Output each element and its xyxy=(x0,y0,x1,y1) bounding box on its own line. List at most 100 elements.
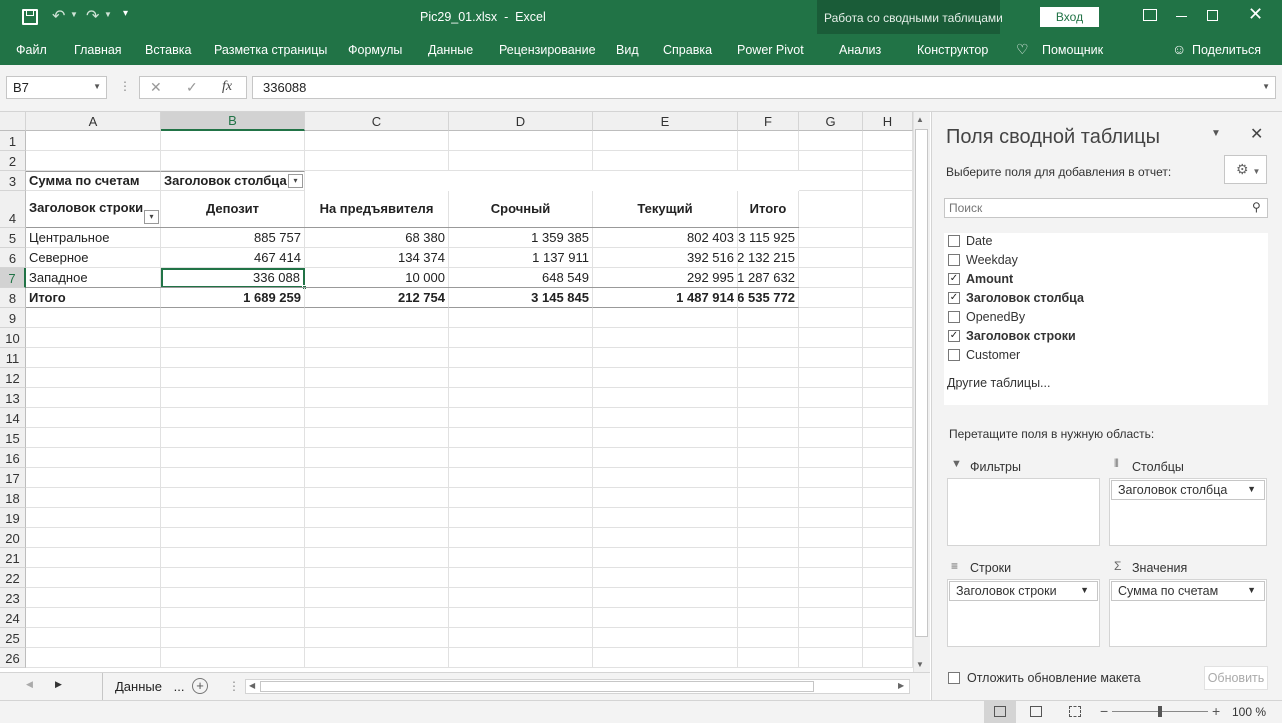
grid-cell[interactable] xyxy=(449,151,593,171)
page-layout-view-icon[interactable] xyxy=(1030,706,1042,717)
cell-e5[interactable]: 802 403 xyxy=(593,228,738,248)
grid-cell[interactable] xyxy=(799,588,863,608)
share-button[interactable]: Поделиться xyxy=(1192,43,1261,57)
grid-cell[interactable] xyxy=(738,468,799,488)
grid-cell[interactable] xyxy=(593,528,738,548)
filters-drop-area[interactable] xyxy=(947,478,1100,546)
cell-d4[interactable]: Срочный xyxy=(449,191,593,228)
grid-cell[interactable] xyxy=(26,488,161,508)
tab-help[interactable]: Справка xyxy=(663,43,712,57)
grid-cell[interactable] xyxy=(305,628,449,648)
row-header-23[interactable]: 23 xyxy=(0,588,26,608)
row-header-16[interactable]: 16 xyxy=(0,448,26,468)
field-checkbox-2[interactable]: ✓ xyxy=(948,273,960,285)
grid-cell[interactable] xyxy=(799,151,863,171)
cell-b7-selected[interactable]: 336 088 xyxy=(161,268,305,288)
grid-cell[interactable] xyxy=(799,428,863,448)
grid-cell[interactable] xyxy=(799,608,863,628)
col-header-g[interactable]: G xyxy=(799,112,863,131)
grid-cell[interactable] xyxy=(161,328,305,348)
values-area-item[interactable]: Сумма по счетам ▼ xyxy=(1111,581,1265,601)
columns-area-item[interactable]: Заголовок столбца ▼ xyxy=(1111,480,1265,500)
cell-f5[interactable]: 3 115 925 xyxy=(738,228,799,248)
cell-e4[interactable]: Текущий xyxy=(593,191,738,228)
cell-d8[interactable]: 3 145 845 xyxy=(449,288,593,308)
update-button[interactable]: Обновить xyxy=(1204,666,1268,690)
grid-cell[interactable] xyxy=(799,548,863,568)
grid-cell[interactable] xyxy=(26,131,161,151)
row-header-20[interactable]: 20 xyxy=(0,528,26,548)
grid-cell[interactable] xyxy=(738,388,799,408)
grid-cell[interactable] xyxy=(449,448,593,468)
cell-c8[interactable]: 212 754 xyxy=(305,288,449,308)
grid-cell[interactable] xyxy=(593,508,738,528)
grid-cell[interactable] xyxy=(593,468,738,488)
row-header-8[interactable]: 8 xyxy=(0,288,26,308)
grid-cell[interactable] xyxy=(799,228,863,248)
grid-cell[interactable] xyxy=(738,308,799,328)
cell-a8[interactable]: Итого xyxy=(26,288,161,308)
vertical-scroll-thumb[interactable] xyxy=(915,129,928,637)
grid-cell[interactable] xyxy=(738,528,799,548)
cell-f7[interactable]: 1 287 632 xyxy=(738,268,799,288)
row-header-10[interactable]: 10 xyxy=(0,328,26,348)
pane-close-icon[interactable]: ✕ xyxy=(1250,124,1263,144)
grid-cell[interactable] xyxy=(593,608,738,628)
zoom-in-icon[interactable]: + xyxy=(1212,703,1220,719)
row-header-3[interactable]: 3 xyxy=(0,171,26,191)
grid-cell[interactable] xyxy=(593,308,738,328)
grid-cell[interactable] xyxy=(799,308,863,328)
tab-formulas[interactable]: Формулы xyxy=(348,43,402,57)
zoom-slider-thumb[interactable] xyxy=(1158,706,1162,717)
col-header-a[interactable]: A xyxy=(26,112,161,131)
more-tables-link[interactable]: Другие таблицы... xyxy=(947,376,1050,390)
grid-cell[interactable] xyxy=(449,328,593,348)
cell-c7[interactable]: 10 000 xyxy=(305,268,449,288)
share-person-icon[interactable]: ☺ xyxy=(1172,41,1186,57)
grid-cell[interactable] xyxy=(863,568,913,588)
grid-cell[interactable] xyxy=(738,408,799,428)
horizontal-scroll-thumb[interactable] xyxy=(260,681,814,692)
grid-cell[interactable] xyxy=(738,448,799,468)
grid-cell[interactable] xyxy=(799,488,863,508)
grid-cell[interactable] xyxy=(799,408,863,428)
select-all-corner[interactable] xyxy=(0,112,26,131)
lightbulb-icon[interactable]: ♡ xyxy=(1016,41,1029,58)
row-header-6[interactable]: 6 xyxy=(0,248,26,268)
normal-view-icon[interactable] xyxy=(984,701,1016,723)
grid-cell[interactable] xyxy=(26,388,161,408)
grid-cell[interactable] xyxy=(161,488,305,508)
grid-cell[interactable] xyxy=(305,528,449,548)
grid-cell[interactable] xyxy=(863,151,913,171)
grid-cell[interactable] xyxy=(305,348,449,368)
field-checkbox-0[interactable] xyxy=(948,235,960,247)
field-checkbox-5[interactable]: ✓ xyxy=(948,330,960,342)
grid-cell[interactable] xyxy=(738,588,799,608)
column-filter-icon[interactable]: ▾ xyxy=(288,174,303,188)
grid-cell[interactable] xyxy=(449,131,593,151)
grid-cell[interactable] xyxy=(863,171,913,191)
tab-analyze[interactable]: Анализ xyxy=(839,43,881,57)
grid-cell[interactable] xyxy=(26,151,161,171)
grid-cell[interactable] xyxy=(863,508,913,528)
cancel-icon[interactable]: ✕ xyxy=(150,79,162,96)
col-header-b[interactable]: B xyxy=(161,112,305,131)
tab-review[interactable]: Рецензирование xyxy=(499,43,596,57)
grid-cell[interactable] xyxy=(863,608,913,628)
grid-cell[interactable] xyxy=(449,488,593,508)
grid-cell[interactable] xyxy=(863,191,913,228)
grid-cell[interactable] xyxy=(161,131,305,151)
row-header-4[interactable]: 4 xyxy=(0,191,26,228)
row-header-17[interactable]: 17 xyxy=(0,468,26,488)
grid-cell[interactable] xyxy=(863,468,913,488)
grid-cell[interactable] xyxy=(738,608,799,628)
grid-cell[interactable] xyxy=(799,368,863,388)
grid-cell[interactable] xyxy=(593,488,738,508)
grid-cell[interactable] xyxy=(161,448,305,468)
scroll-left-icon[interactable]: ◀ xyxy=(249,681,255,690)
grid-cell[interactable] xyxy=(26,528,161,548)
scroll-down-icon[interactable]: ▼ xyxy=(916,660,924,669)
row-header-15[interactable]: 15 xyxy=(0,428,26,448)
grid-cell[interactable] xyxy=(161,528,305,548)
grid-cell[interactable] xyxy=(26,548,161,568)
